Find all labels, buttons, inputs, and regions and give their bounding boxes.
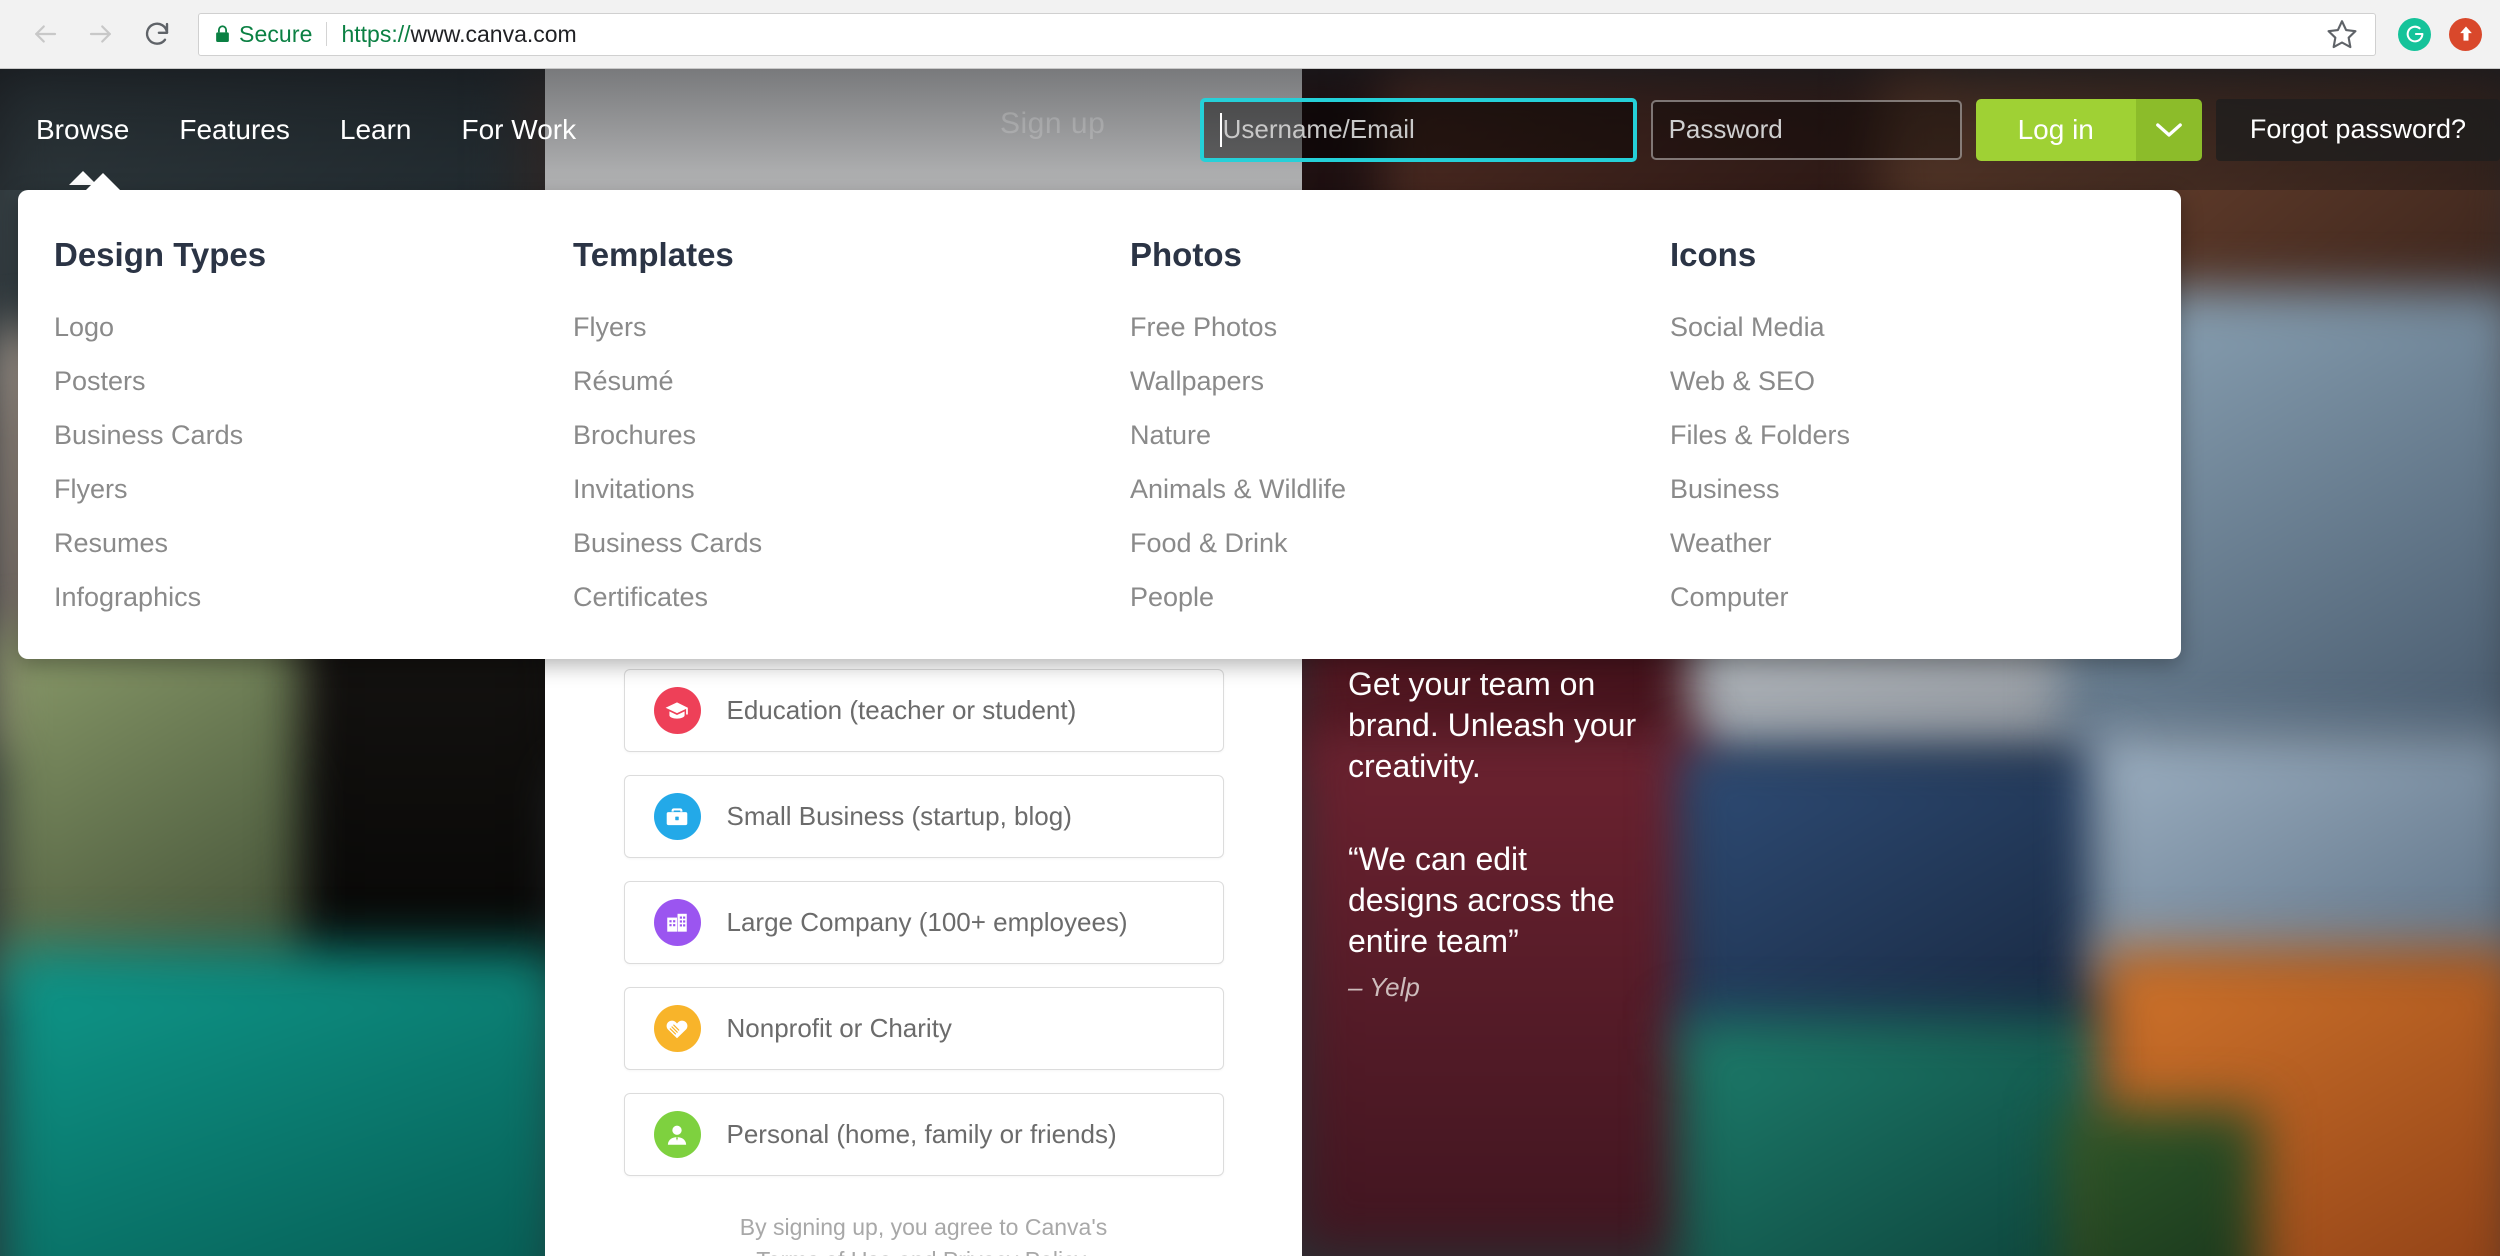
terms-of-use-link[interactable]: Terms of Use: [756, 1247, 891, 1256]
promo-author: – Yelp: [1348, 971, 1420, 1002]
reload-icon[interactable]: [142, 19, 172, 49]
mega-column-templates: Templates Flyers Résumé Brochures Invita…: [558, 236, 1098, 659]
mega-item[interactable]: Food & Drink: [1130, 528, 1638, 559]
mega-item[interactable]: Business Cards: [54, 420, 558, 451]
mega-item[interactable]: Business Cards: [573, 528, 1098, 559]
omnibox-divider: [326, 22, 328, 46]
mega-column-title: Photos: [1130, 236, 1242, 273]
graduation-cap-icon: [653, 687, 701, 734]
mega-item[interactable]: Wallpapers: [1130, 366, 1638, 397]
mega-column-design-types: Design Types Logo Posters Business Cards…: [18, 236, 558, 659]
signup-choice-label: Education (teacher or student): [726, 695, 1077, 725]
mega-item[interactable]: Social Media: [1670, 312, 2178, 343]
username-input[interactable]: Username/Email: [1199, 97, 1637, 162]
mega-item[interactable]: Résumé: [573, 366, 1098, 397]
password-input[interactable]: Password: [1650, 99, 1962, 160]
signup-choice-nonprofit[interactable]: Nonprofit or Charity: [623, 987, 1224, 1070]
office-building-icon: [653, 899, 701, 946]
terms-suffix: .: [1084, 1247, 1090, 1256]
signup-choice-small-business[interactable]: Small Business (startup, blog): [623, 775, 1224, 858]
nav-item-for-work[interactable]: For Work: [462, 114, 577, 146]
mega-item[interactable]: Brochures: [573, 420, 1098, 451]
page-viewport: Browse Features Learn For Work Sign up U…: [0, 69, 2500, 1256]
mega-item[interactable]: Invitations: [573, 474, 1098, 505]
url-host: www.canva.com: [410, 20, 577, 47]
url-scheme: https://: [341, 20, 411, 47]
mega-column-title: Templates: [573, 236, 734, 273]
mega-item[interactable]: Posters: [54, 366, 558, 397]
mega-item[interactable]: Certificates: [573, 582, 1098, 613]
text-cursor: [1219, 112, 1222, 147]
browser-extensions: [2398, 17, 2482, 51]
password-placeholder: Password: [1668, 114, 1783, 144]
signup-choice-education[interactable]: Education (teacher or student): [623, 669, 1224, 752]
briefcase-icon: [653, 793, 701, 840]
browser-toolbar: Secure https:// www.canva.com: [0, 0, 2500, 69]
mega-item[interactable]: Logo: [54, 312, 558, 343]
nav-item-learn[interactable]: Learn: [340, 114, 412, 146]
terms-conjunction: and: [892, 1247, 943, 1256]
mega-item[interactable]: Flyers: [573, 312, 1098, 343]
mega-item[interactable]: Nature: [1130, 420, 1638, 451]
mega-column-title: Icons: [1670, 236, 1757, 273]
back-arrow-icon[interactable]: [30, 19, 60, 49]
star-icon[interactable]: [2325, 17, 2359, 51]
mega-column-icons: Icons Social Media Web & SEO Files & Fol…: [1638, 236, 2178, 659]
forward-arrow-icon[interactable]: [86, 19, 116, 49]
mega-item[interactable]: Files & Folders: [1670, 420, 2178, 451]
grammarly-extension-icon[interactable]: [2398, 17, 2431, 51]
browse-mega-menu: Design Types Logo Posters Business Cards…: [18, 173, 2181, 659]
signup-choice-label: Personal (home, family or friends): [726, 1119, 1117, 1149]
signup-choice-label: Nonprofit or Charity: [726, 1013, 952, 1043]
forgot-password-button[interactable]: Forgot password?: [2215, 98, 2500, 161]
mega-item[interactable]: Resumes: [54, 528, 558, 559]
address-bar[interactable]: Secure https:// www.canva.com: [198, 12, 2376, 56]
mega-item[interactable]: Flyers: [54, 474, 558, 505]
primary-nav: Browse Features Learn For Work: [0, 114, 576, 146]
login-form: Username/Email Password Log in Forgot pa…: [1199, 69, 2500, 190]
signup-ghost-label: Sign up: [1000, 107, 1106, 140]
browser-nav-buttons: [18, 19, 186, 49]
chevron-down-icon[interactable]: [2135, 98, 2202, 161]
mega-item[interactable]: Web & SEO: [1670, 366, 2178, 397]
terms-prefix: By signing up, you agree to Canva's: [739, 1214, 1108, 1240]
mega-item[interactable]: Free Photos: [1130, 312, 1638, 343]
login-button-label: Log in: [1975, 98, 2136, 161]
lock-icon: [215, 25, 230, 43]
signup-choice-label: Large Company (100+ employees): [726, 907, 1128, 937]
heart-hands-icon: [653, 1005, 701, 1052]
mega-column-photos: Photos Free Photos Wallpapers Nature Ani…: [1098, 236, 1638, 659]
privacy-policy-link[interactable]: Privacy Policy: [943, 1247, 1084, 1256]
mega-column-title: Design Types: [54, 236, 267, 273]
mega-item[interactable]: Animals & Wildlife: [1130, 474, 1638, 505]
mega-item[interactable]: Weather: [1670, 528, 2178, 559]
signup-choice-large-company[interactable]: Large Company (100+ employees): [623, 881, 1224, 964]
secure-label: Secure: [239, 20, 313, 47]
person-icon: [653, 1111, 701, 1158]
signup-choice-personal[interactable]: Personal (home, family or friends): [623, 1093, 1224, 1176]
username-placeholder: Username/Email: [1222, 114, 1415, 144]
nav-item-browse[interactable]: Browse: [36, 114, 129, 146]
signup-choice-label: Small Business (startup, blog): [726, 801, 1072, 831]
nav-item-features[interactable]: Features: [179, 114, 290, 146]
login-button[interactable]: Log in: [1975, 98, 2202, 161]
mega-item[interactable]: People: [1130, 582, 1638, 613]
promo-headline: Get your team on brand. Unleash your cre…: [1348, 666, 1637, 784]
terms-notice: By signing up, you agree to Canva's Term…: [545, 1211, 1302, 1256]
upload-extension-icon[interactable]: [2449, 17, 2482, 51]
mega-item[interactable]: Computer: [1670, 582, 2178, 613]
mega-item[interactable]: Infographics: [54, 582, 558, 613]
site-header: Browse Features Learn For Work Sign up U…: [0, 69, 2500, 190]
promo-quote: “We can edit designs across the entire t…: [1348, 840, 1615, 959]
mega-item[interactable]: Business: [1670, 474, 2178, 505]
